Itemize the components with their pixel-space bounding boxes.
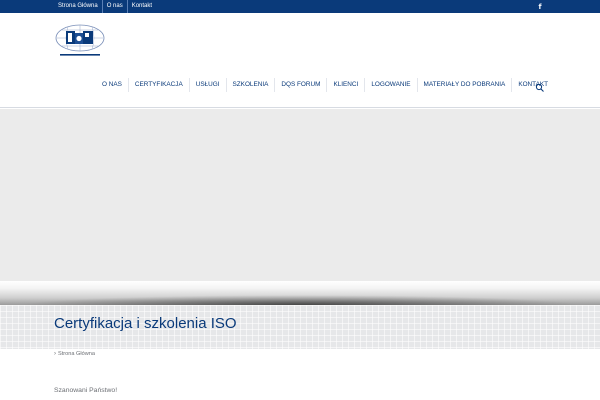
main-nav: O NAS CERTYFIKACJA USŁUGI SZKOLENIA DQS … bbox=[96, 78, 554, 92]
nav-dqs-forum[interactable]: DQS FORUM bbox=[275, 78, 326, 92]
breadcrumb: › Strona Główna bbox=[54, 351, 95, 357]
facebook-icon[interactable]: f bbox=[536, 0, 544, 13]
nav-kontakt[interactable]: KONTAKT bbox=[512, 78, 554, 92]
intro-text: Szanowani Państwo! bbox=[54, 387, 118, 394]
top-link-home[interactable]: Strona Główna bbox=[54, 0, 103, 13]
breadcrumb-home[interactable]: Strona Główna bbox=[58, 351, 95, 357]
nav-materialy[interactable]: MATERIAŁY DO POBRANIA bbox=[418, 78, 512, 92]
top-links: Strona Główna O nas Kontakt bbox=[54, 0, 156, 13]
nav-logowanie[interactable]: LOGOWANIE bbox=[365, 78, 416, 92]
hero-banner bbox=[0, 109, 600, 281]
site-header: O NAS CERTYFIKACJA USŁUGI SZKOLENIA DQS … bbox=[0, 13, 600, 108]
nav-certyfikacja[interactable]: CERTYFIKACJA bbox=[129, 78, 189, 92]
nav-uslugi[interactable]: USŁUGI bbox=[190, 78, 226, 92]
nav-szkolenia[interactable]: SZKOLENIA bbox=[227, 78, 275, 92]
top-link-contact[interactable]: Kontakt bbox=[128, 0, 156, 13]
dqs-logo-icon[interactable] bbox=[54, 23, 106, 61]
nav-o-nas[interactable]: O NAS bbox=[96, 78, 128, 92]
top-link-about[interactable]: O nas bbox=[103, 0, 128, 13]
chevron-right-icon: › bbox=[54, 351, 56, 357]
page-title: Certyfikacja i szkolenia ISO bbox=[54, 315, 237, 332]
search-icon[interactable] bbox=[535, 80, 545, 92]
hero-shadow bbox=[0, 281, 600, 305]
nav-klienci[interactable]: KLIENCI bbox=[327, 78, 364, 92]
top-bar: Strona Główna O nas Kontakt f bbox=[0, 0, 600, 13]
